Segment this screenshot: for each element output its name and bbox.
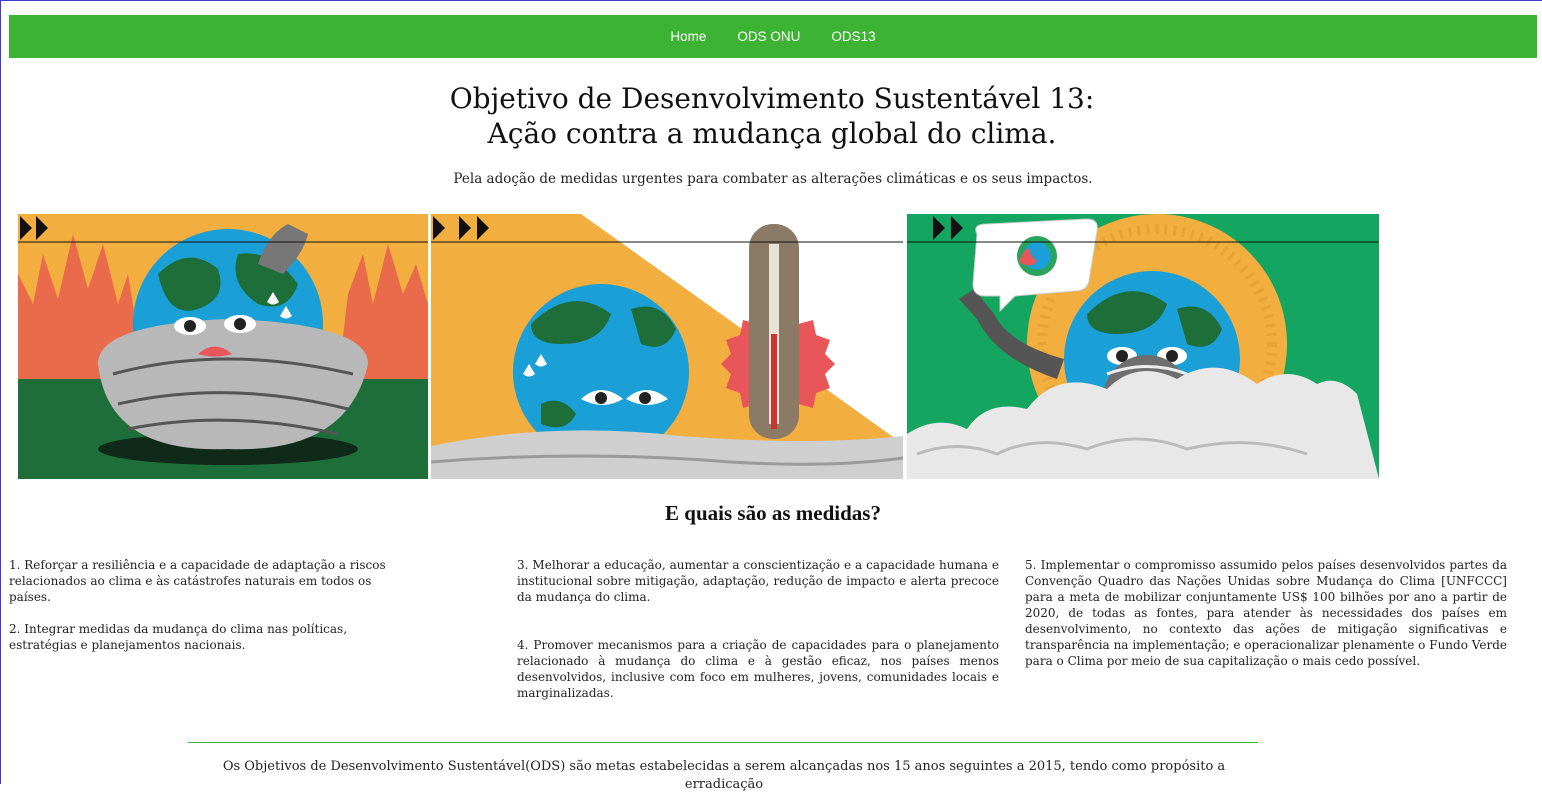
earth-wrapped-in-scarf-illustration <box>18 214 428 479</box>
earth-with-thermometer-illustration <box>431 214 903 479</box>
footer-intro-text: Os Objetivos de Desenvolvimento Sustentá… <box>222 759 1226 792</box>
nav-home-link[interactable]: Home <box>670 29 706 44</box>
top-navbar: Home ODS ONU ODS13 <box>9 15 1537 58</box>
measure-item-4: 4. Promover mecanismos para a criação de… <box>517 638 999 700</box>
page-title-line1: Objetivo de Desenvolvimento Sustentável … <box>449 82 1095 115</box>
page-subtitle: Pela adoção de medidas urgentes para com… <box>453 171 1093 187</box>
page-title: Objetivo de Desenvolvimento Sustentável … <box>1 81 1542 151</box>
measure-item-2: 2. Integrar medidas da mudança do clima … <box>9 622 348 652</box>
measure-item-1: 1. Reforçar a resiliência e a capacidade… <box>9 558 386 604</box>
measure-item-3: 3. Melhorar a educação, aumentar a consc… <box>517 558 999 604</box>
section-divider <box>188 742 1258 743</box>
nav-ods13-link[interactable]: ODS13 <box>831 29 875 44</box>
measures-title: E quais são as medidas? <box>665 501 881 525</box>
measure-item-5: 5. Implementar o compromisso assumido pe… <box>1025 558 1507 668</box>
earth-with-mask-and-sign-illustration <box>907 214 1379 479</box>
page-title-line2: Ação contra a mudança global do clima. <box>487 117 1057 150</box>
nav-ods-onu-link[interactable]: ODS ONU <box>737 29 800 44</box>
